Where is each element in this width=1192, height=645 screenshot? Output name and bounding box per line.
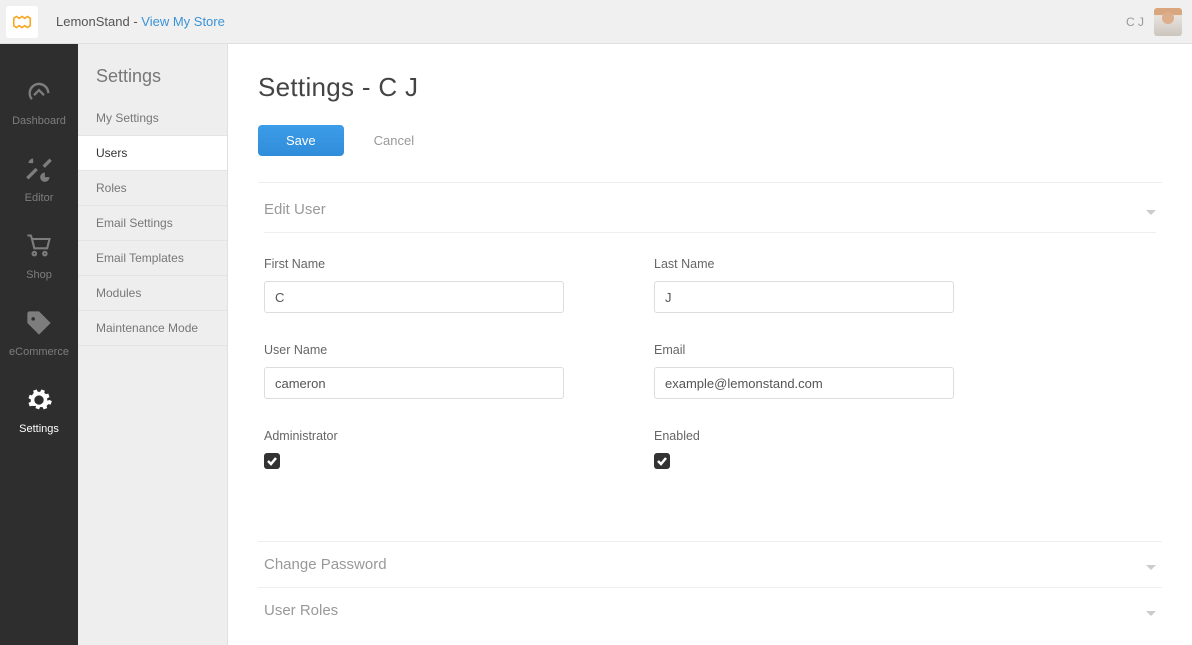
first-name-label: First Name	[264, 257, 564, 271]
nav-label: Dashboard	[0, 115, 78, 127]
user-name-input[interactable]	[264, 367, 564, 399]
nav-settings[interactable]: Settings	[0, 372, 78, 449]
cancel-link[interactable]: Cancel	[374, 133, 414, 148]
action-bar: Save Cancel	[258, 125, 1162, 156]
settings-subnav: Settings My Settings Users Roles Email S…	[78, 44, 228, 645]
nav-label: eCommerce	[0, 346, 78, 358]
administrator-checkbox[interactable]	[264, 453, 280, 469]
page-title: Settings - C J	[258, 72, 1162, 103]
section-title: Change Password	[264, 556, 387, 573]
main-nav: Dashboard Editor Shop eCommerce Settings	[0, 44, 78, 645]
gear-icon	[0, 386, 78, 417]
subnav-item-roles[interactable]: Roles	[78, 171, 227, 206]
subnav-item-my-settings[interactable]: My Settings	[78, 101, 227, 136]
view-store-link[interactable]: View My Store	[141, 14, 225, 29]
section-header-user-roles[interactable]: User Roles	[264, 602, 1156, 631]
chevron-down-icon	[1146, 606, 1156, 616]
nav-shop[interactable]: Shop	[0, 218, 78, 295]
section-title: Edit User	[264, 201, 326, 218]
chevron-down-icon	[1146, 560, 1156, 570]
subnav-item-maintenance-mode[interactable]: Maintenance Mode	[78, 311, 227, 346]
logo-icon	[11, 11, 33, 33]
chevron-down-icon	[1146, 205, 1156, 215]
email-label: Email	[654, 343, 954, 357]
check-icon	[657, 456, 667, 466]
last-name-input[interactable]	[654, 281, 954, 313]
nav-label: Settings	[0, 423, 78, 435]
gauge-icon	[0, 78, 78, 109]
nav-label: Editor	[0, 192, 78, 204]
nav-ecommerce[interactable]: eCommerce	[0, 295, 78, 372]
user-initials: C J	[1126, 15, 1144, 29]
user-name-label: User Name	[264, 343, 564, 357]
topbar: LemonStand - View My Store C J	[0, 0, 1192, 44]
subnav-item-email-settings[interactable]: Email Settings	[78, 206, 227, 241]
subnav-item-email-templates[interactable]: Email Templates	[78, 241, 227, 276]
save-button[interactable]: Save	[258, 125, 344, 156]
section-user-roles: User Roles	[258, 587, 1162, 633]
content: Settings - C J Save Cancel Edit User Fir…	[228, 44, 1192, 645]
section-header-change-password[interactable]: Change Password	[264, 556, 1156, 585]
enabled-label: Enabled	[654, 429, 954, 443]
section-edit-user: Edit User First Name Last Name	[258, 182, 1162, 541]
brand-prefix: LemonStand -	[56, 14, 141, 29]
tools-icon	[0, 155, 78, 186]
subnav-item-users[interactable]: Users	[78, 136, 227, 171]
tag-icon	[0, 309, 78, 340]
email-input[interactable]	[654, 367, 954, 399]
enabled-checkbox[interactable]	[654, 453, 670, 469]
avatar[interactable]	[1154, 8, 1182, 36]
nav-editor[interactable]: Editor	[0, 141, 78, 218]
logo[interactable]	[6, 6, 38, 38]
subnav-item-modules[interactable]: Modules	[78, 276, 227, 311]
cart-icon	[0, 232, 78, 263]
administrator-label: Administrator	[264, 429, 564, 443]
nav-dashboard[interactable]: Dashboard	[0, 64, 78, 141]
subnav-title: Settings	[78, 44, 227, 101]
first-name-input[interactable]	[264, 281, 564, 313]
section-header-edit-user[interactable]: Edit User	[264, 201, 1156, 232]
nav-label: Shop	[0, 269, 78, 281]
brand-text: LemonStand - View My Store	[56, 14, 225, 29]
last-name-label: Last Name	[654, 257, 954, 271]
section-change-password: Change Password	[258, 541, 1162, 587]
check-icon	[267, 456, 277, 466]
section-title: User Roles	[264, 602, 338, 619]
